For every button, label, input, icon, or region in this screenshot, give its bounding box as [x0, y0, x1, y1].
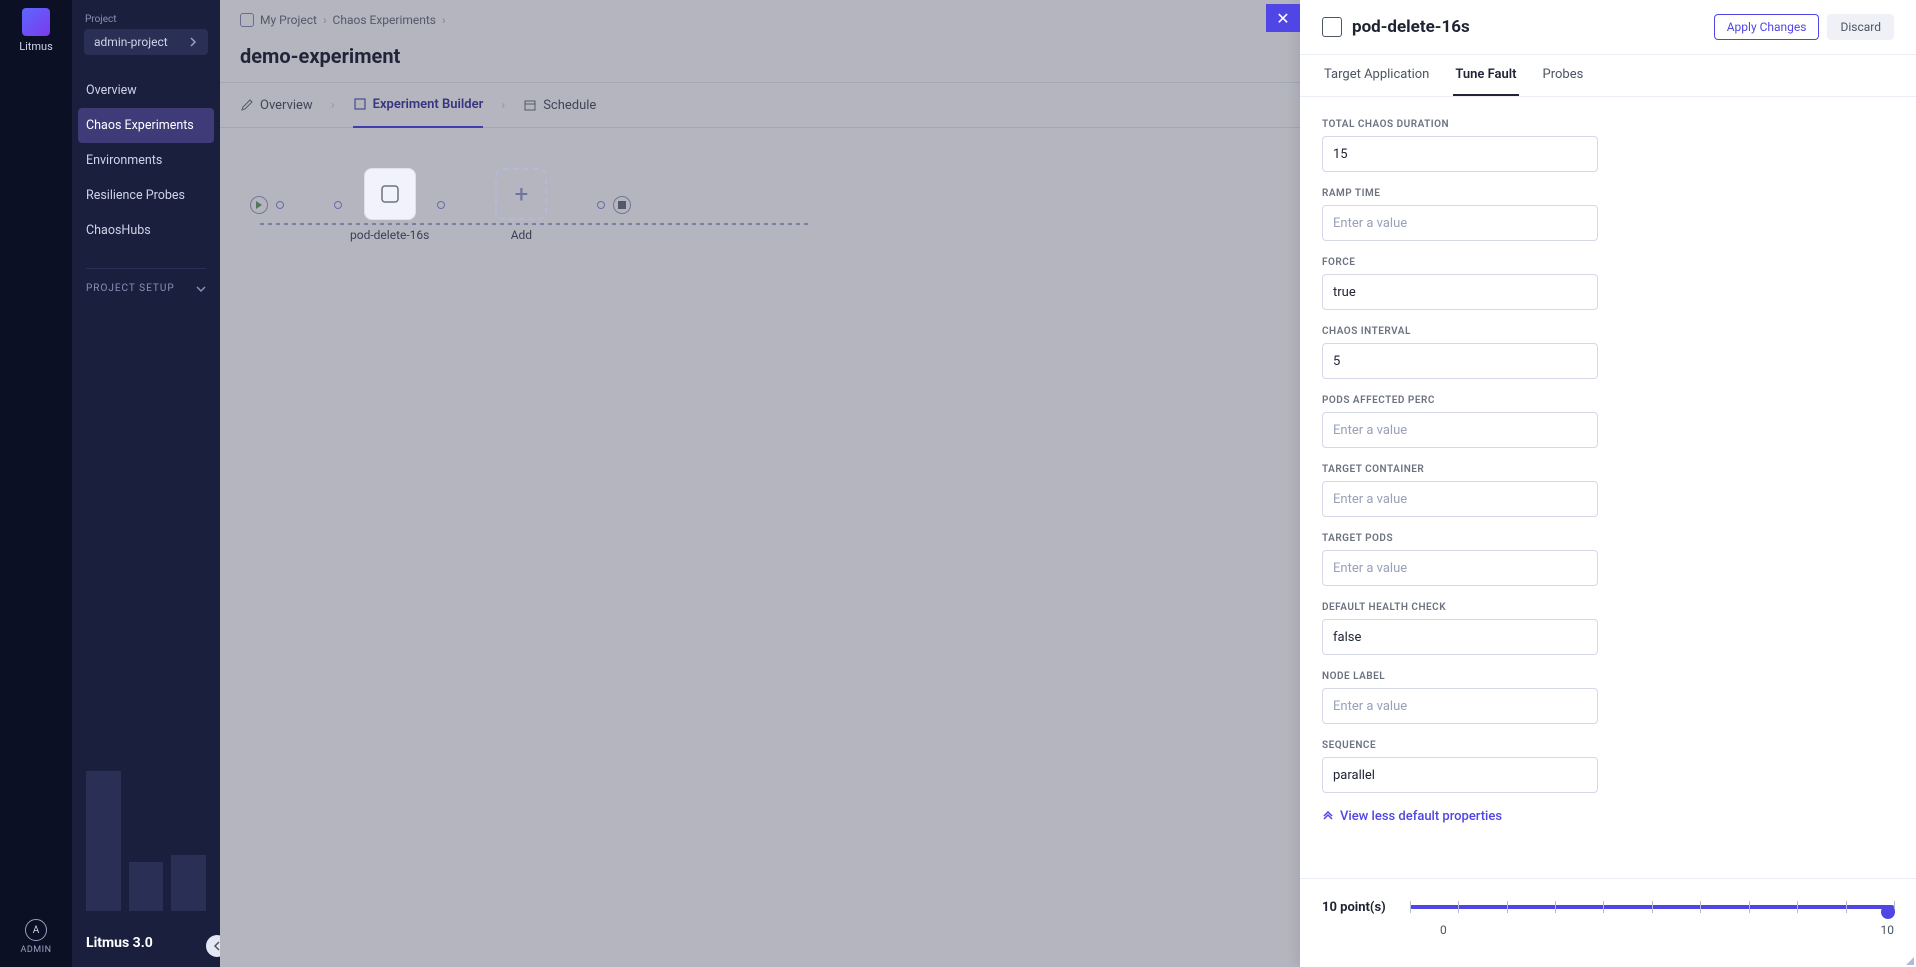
project-setup-label: PROJECT SETUP	[86, 283, 175, 294]
logo-icon	[22, 8, 50, 36]
brand-label: Litmus	[19, 40, 53, 53]
field-input-target-pods[interactable]	[1322, 550, 1598, 586]
main-panel: My Project › Chaos Experiments › CHAOS S…	[220, 0, 1916, 967]
field-input-sequence[interactable]	[1322, 757, 1598, 793]
field-label: TOTAL CHAOS DURATION	[1322, 119, 1894, 130]
node-label: pod-delete-16s	[350, 228, 429, 242]
tab-probes[interactable]: Probes	[1541, 55, 1586, 96]
fault-icon	[379, 183, 401, 205]
plus-icon: +	[495, 168, 547, 220]
field-label: FORCE	[1322, 257, 1894, 268]
sidebar-item-resilience-probes[interactable]: Resilience Probes	[72, 178, 220, 213]
add-label: Add	[511, 228, 532, 242]
slider-min: 0	[1440, 923, 1447, 937]
chevron-down-icon	[196, 284, 206, 294]
workflow-node-pod-delete[interactable]: pod-delete-16s	[350, 168, 429, 242]
app-rail: Litmus A ADMIN	[0, 0, 72, 967]
sidebar-item-chaos-experiments[interactable]: Chaos Experiments	[78, 108, 214, 143]
field-label: RAMP TIME	[1322, 188, 1894, 199]
usage-chart	[86, 771, 206, 911]
field-label: NODE LABEL	[1322, 671, 1894, 682]
close-icon: ✕	[1276, 9, 1289, 28]
add-node[interactable]: + Add	[495, 168, 547, 242]
field-input-total-chaos-duration[interactable]	[1322, 136, 1598, 172]
avatar: A	[25, 919, 47, 941]
admin-menu[interactable]: A ADMIN	[20, 919, 51, 955]
drawer-title: pod-delete-16s	[1352, 17, 1470, 37]
project-selector[interactable]: admin-project	[84, 29, 208, 55]
field-label: CHAOS INTERVAL	[1322, 326, 1894, 337]
field-input-node-label[interactable]	[1322, 688, 1598, 724]
field-label: SEQUENCE	[1322, 740, 1894, 751]
tab-tune-fault[interactable]: Tune Fault	[1453, 55, 1518, 96]
field-label: TARGET CONTAINER	[1322, 464, 1894, 475]
weight-slider[interactable]	[1410, 897, 1894, 917]
fault-icon	[1322, 17, 1342, 37]
project-section-label: Project	[72, 14, 220, 25]
points-label: 10 point(s)	[1322, 900, 1386, 915]
sidebar-section-project-setup[interactable]: PROJECT SETUP	[86, 268, 206, 294]
field-label: TARGET PODS	[1322, 533, 1894, 544]
sidebar-item-chaoshubs[interactable]: ChaosHubs	[72, 213, 220, 248]
admin-label: ADMIN	[20, 945, 51, 955]
fault-config-drawer: ✕ pod-delete-16s Apply Changes Discard T…	[1300, 0, 1916, 967]
tab-target-application[interactable]: Target Application	[1322, 55, 1431, 96]
chevron-up-icon	[1322, 811, 1334, 823]
project-name: admin-project	[94, 35, 168, 49]
field-input-pods-affected-perc[interactable]	[1322, 412, 1598, 448]
chevron-right-icon	[188, 37, 198, 47]
field-input-chaos-interval[interactable]	[1322, 343, 1598, 379]
field-input-target-container[interactable]	[1322, 481, 1598, 517]
version-label: Litmus 3.0	[86, 935, 153, 951]
close-drawer-button[interactable]: ✕	[1266, 4, 1300, 32]
field-label: PODS AFFECTED PERC	[1322, 395, 1894, 406]
field-input-ramp-time[interactable]	[1322, 205, 1598, 241]
sidebar-item-environments[interactable]: Environments	[72, 143, 220, 178]
sidebar-item-overview[interactable]: Overview	[72, 73, 220, 108]
slider-thumb[interactable]	[1881, 905, 1895, 919]
toggle-default-properties[interactable]: View less default properties	[1322, 809, 1894, 824]
field-input-force[interactable]	[1322, 274, 1598, 310]
sidebar: Project admin-project Overview Chaos Exp…	[72, 0, 220, 967]
resize-handle[interactable]	[1904, 955, 1914, 965]
discard-button[interactable]: Discard	[1827, 14, 1894, 40]
slider-max: 10	[1881, 923, 1895, 937]
field-input-default-health-check[interactable]	[1322, 619, 1598, 655]
apply-changes-button[interactable]: Apply Changes	[1714, 14, 1820, 40]
field-label: DEFAULT HEALTH CHECK	[1322, 602, 1894, 613]
